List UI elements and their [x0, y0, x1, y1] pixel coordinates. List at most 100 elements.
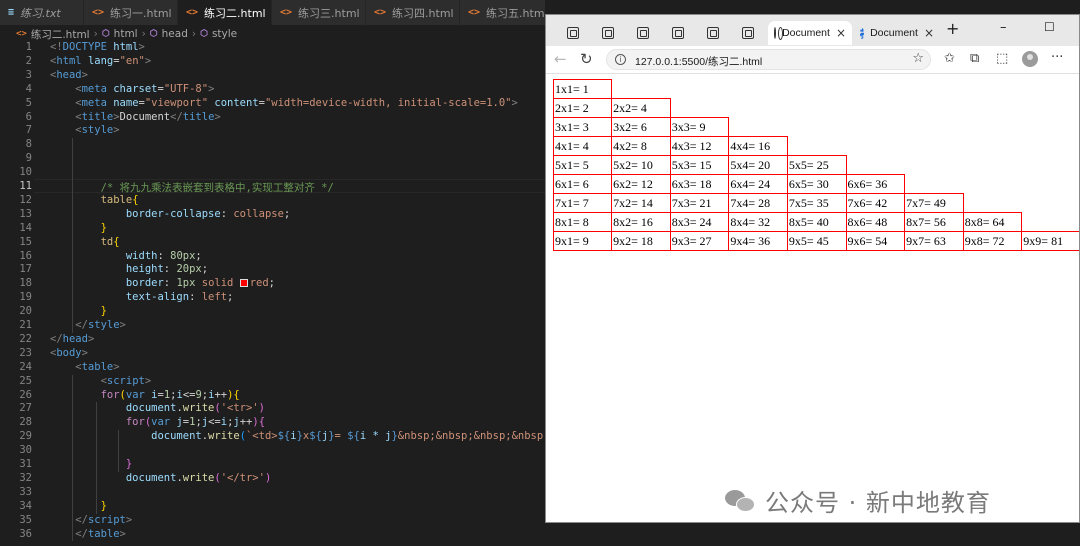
empty-cell — [963, 175, 1022, 194]
back-arrow-icon[interactable]: ← — [554, 50, 567, 68]
url-text[interactable]: 127.0.0.1:5500/练习二.html — [635, 54, 762, 69]
empty-cell — [1022, 118, 1079, 137]
reload-icon[interactable]: ↻ — [580, 50, 593, 68]
browser-tab[interactable] — [595, 21, 621, 45]
code-line[interactable]: <table> — [50, 361, 119, 373]
browser-tab[interactable] — [700, 21, 726, 45]
code-token: `<td> — [245, 430, 278, 443]
browser-tab-loading[interactable]: Document × — [854, 21, 940, 45]
code-token: 80px — [170, 249, 196, 262]
code-line[interactable]: <style> — [50, 124, 119, 136]
code-token: width — [50, 249, 158, 262]
address-bar[interactable]: i 127.0.0.1:5500/练习二.html ☆ — [606, 49, 931, 70]
code-line[interactable]: <meta charset="UTF-8"> — [50, 83, 214, 95]
empty-cell — [1022, 213, 1079, 232]
code-token: </ — [50, 319, 88, 331]
close-tab-icon[interactable]: × — [924, 26, 934, 40]
code-line[interactable]: <script> — [50, 375, 152, 387]
watermark: 公众号 · 新中地教育 — [725, 483, 991, 518]
editor-tab[interactable]: <> 练习四.html — [366, 0, 460, 25]
editor-tab[interactable]: <> 练习三.html — [272, 0, 366, 25]
line-number: 29 — [19, 430, 32, 443]
code-line[interactable]: for(var i=1;i<=9;i++){ — [50, 389, 240, 401]
code-line[interactable]: </head> — [50, 333, 94, 345]
table-cell: 9x5= 45 — [786, 231, 847, 251]
editor-tab[interactable]: ≡ 练习.txt — [0, 0, 84, 25]
breadcrumb-item[interactable]: style — [212, 28, 237, 40]
code-line[interactable]: document.write('</tr>') — [50, 472, 271, 484]
table-cell: 7x3= 21 — [669, 193, 730, 213]
code-line[interactable]: <!DOCTYPE html> — [50, 41, 145, 53]
table-row: 9x1= 9 9x2= 18 9x3= 27 9x4= 36 9x5= 45 9x6= 5… — [552, 231, 1079, 251]
breadcrumb-item[interactable]: 练习二.html — [31, 27, 90, 42]
code-token: j — [170, 416, 183, 429]
code-line[interactable]: </table> — [50, 528, 126, 540]
code-line[interactable]: text-align: left; — [50, 291, 234, 303]
tab-page-icon — [707, 27, 719, 39]
extensions-icon[interactable]: ⬚ — [996, 51, 1008, 66]
code-line[interactable]: border: 1px solid red; — [50, 277, 275, 289]
table-cell: 9x9= 81 — [1021, 231, 1079, 251]
code-line[interactable]: <meta name="viewport" content="width=dev… — [50, 97, 518, 109]
html-file-icon: <> — [280, 7, 293, 18]
browser-tab-group[interactable] — [560, 21, 586, 45]
code-line[interactable]: document.write(`<td>${i}x${j}= ${i * j}&… — [50, 430, 545, 442]
code-line[interactable]: document.write('<tr>') — [50, 402, 265, 414]
editor-tab-active[interactable]: <>练习二.html× — [178, 0, 272, 25]
code-line[interactable]: height: 20px; — [50, 263, 208, 275]
code-token: Document — [119, 110, 171, 123]
table-row: 5x1= 5 5x2= 10 5x3= 15 5x4= 20 5x5= 25 — [552, 155, 1080, 175]
breadcrumb: <> 练习二.html › ⬡ html › ⬡ head › ⬡ style — [0, 26, 545, 42]
favorites-icon[interactable]: ✩ — [944, 51, 955, 66]
color-swatch-icon[interactable] — [239, 279, 248, 288]
code-line[interactable]: <html lang="en"> — [50, 55, 151, 67]
table-cell: 1x1= 1 — [552, 79, 613, 99]
split-screen-icon[interactable]: ⧉ — [970, 51, 979, 66]
code-line[interactable]: } — [50, 458, 132, 470]
new-tab-button[interactable]: + — [946, 19, 959, 38]
editor-tab-label: 练习一.html — [110, 6, 172, 20]
code-line[interactable]: } — [50, 305, 107, 317]
browser-tab-active[interactable]: Document × — [768, 21, 852, 45]
code-line[interactable]: } — [50, 222, 107, 234]
code-token: lang — [81, 54, 114, 67]
code-line[interactable]: width: 80px; — [50, 250, 202, 262]
profile-avatar-icon[interactable] — [1022, 51, 1038, 67]
code-line[interactable]: </script> — [50, 514, 132, 526]
code-line[interactable]: border-collapse: collapse; — [50, 208, 290, 220]
code-line[interactable]: table{ — [50, 194, 139, 206]
editor-tab[interactable]: <> 练习五.html — [460, 0, 545, 25]
browser-tab[interactable] — [665, 21, 691, 45]
code-line[interactable]: } — [50, 500, 107, 512]
editor-tab[interactable]: <> 练习一.html — [84, 0, 178, 25]
site-info-icon[interactable]: i — [615, 54, 626, 65]
table-row: 8x1= 8 8x2= 16 8x3= 24 8x4= 32 8x5= 40 8x6= 4… — [552, 212, 1080, 232]
table-cell: 6x2= 12 — [611, 174, 671, 194]
code-line[interactable]: </style> — [50, 319, 126, 331]
table-cell: 4x1= 4 — [552, 136, 613, 156]
code-token: for — [50, 388, 120, 401]
code-line[interactable]: td{ — [50, 236, 120, 248]
code-token: for — [50, 416, 145, 429]
close-tab-icon[interactable]: × — [836, 26, 846, 40]
code-token: > — [81, 68, 88, 81]
browser-tab[interactable] — [630, 21, 656, 45]
watermark-text: 公众号 · 新中地教育 — [765, 489, 991, 517]
code-token: border-collapse — [50, 207, 221, 220]
code-line[interactable]: <head> — [50, 69, 88, 81]
code-line[interactable]: <body> — [50, 347, 88, 359]
code-token: "width=device-width, initial-scale=1.0" — [264, 96, 512, 109]
favorite-star-icon[interactable]: ☆ — [912, 51, 924, 66]
code-line[interactable]: for(var j=1;j<=i;j++){ — [50, 416, 265, 428]
breadcrumb-item[interactable]: head — [162, 28, 188, 40]
code-line[interactable]: /* 将九九乘法表嵌套到表格中,实现工整对齐 */ — [50, 180, 334, 195]
browser-tab[interactable] — [735, 21, 761, 45]
maximize-button[interactable]: ☐ — [1044, 20, 1055, 34]
code-line[interactable]: <title>Document</title> — [50, 110, 220, 123]
code-token: </ — [170, 110, 183, 123]
more-menu-icon[interactable]: ··· — [1051, 50, 1063, 65]
code-token: title — [182, 110, 215, 123]
minimize-button[interactable]: – — [1000, 20, 1007, 35]
breadcrumb-item[interactable]: html — [114, 28, 138, 40]
tab-title: Document — [782, 27, 830, 39]
